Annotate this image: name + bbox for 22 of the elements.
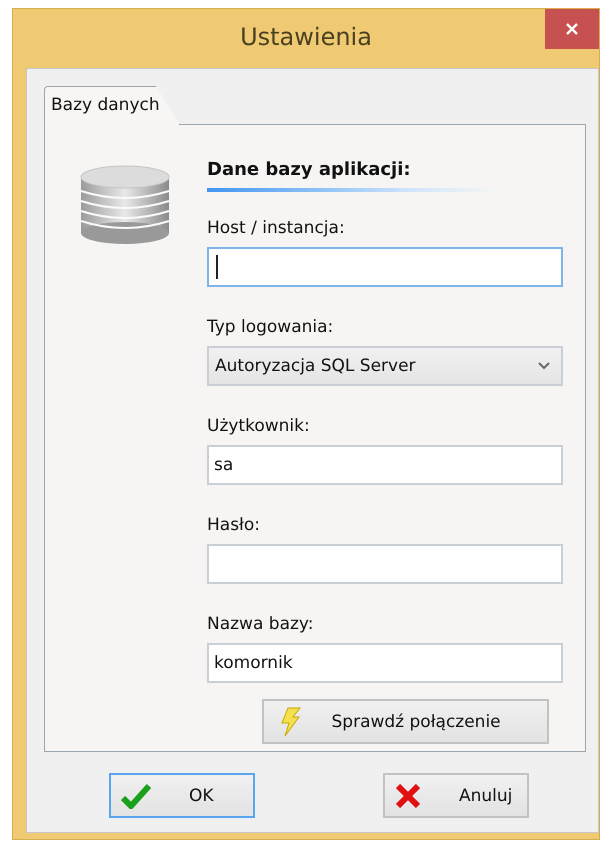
input-field[interactable]: [207, 247, 563, 287]
login-type-dropdown[interactable]: Autoryzacja SQL Server: [207, 346, 563, 386]
close-button[interactable]: [545, 9, 599, 49]
input-field[interactable]: sa: [207, 445, 563, 485]
field-label: Host / instancja:: [207, 218, 346, 238]
ok-button[interactable]: OK: [109, 773, 255, 818]
window-title: Ustawienia: [240, 22, 372, 50]
cancel-button[interactable]: Anuluj: [383, 773, 529, 818]
field-label: Hasło:: [207, 515, 262, 535]
input-field[interactable]: komornik: [207, 643, 563, 683]
database-icon: [79, 165, 171, 245]
checkmark-icon: [121, 782, 151, 808]
test-connection-button[interactable]: Sprawdź połączenie: [262, 699, 548, 744]
x-icon: [395, 784, 421, 808]
chevron-down-icon: [537, 361, 551, 371]
input-field[interactable]: [207, 544, 563, 584]
tab[interactable]: Bazy danych: [44, 86, 180, 125]
field-label: Użytkownik:: [207, 416, 311, 436]
section-heading: Dane bazy aplikacji:: [207, 159, 412, 180]
field-label: Nazwa bazy:: [207, 614, 314, 634]
close-icon: [564, 21, 580, 37]
field-label: Typ logowania:: [207, 317, 334, 337]
